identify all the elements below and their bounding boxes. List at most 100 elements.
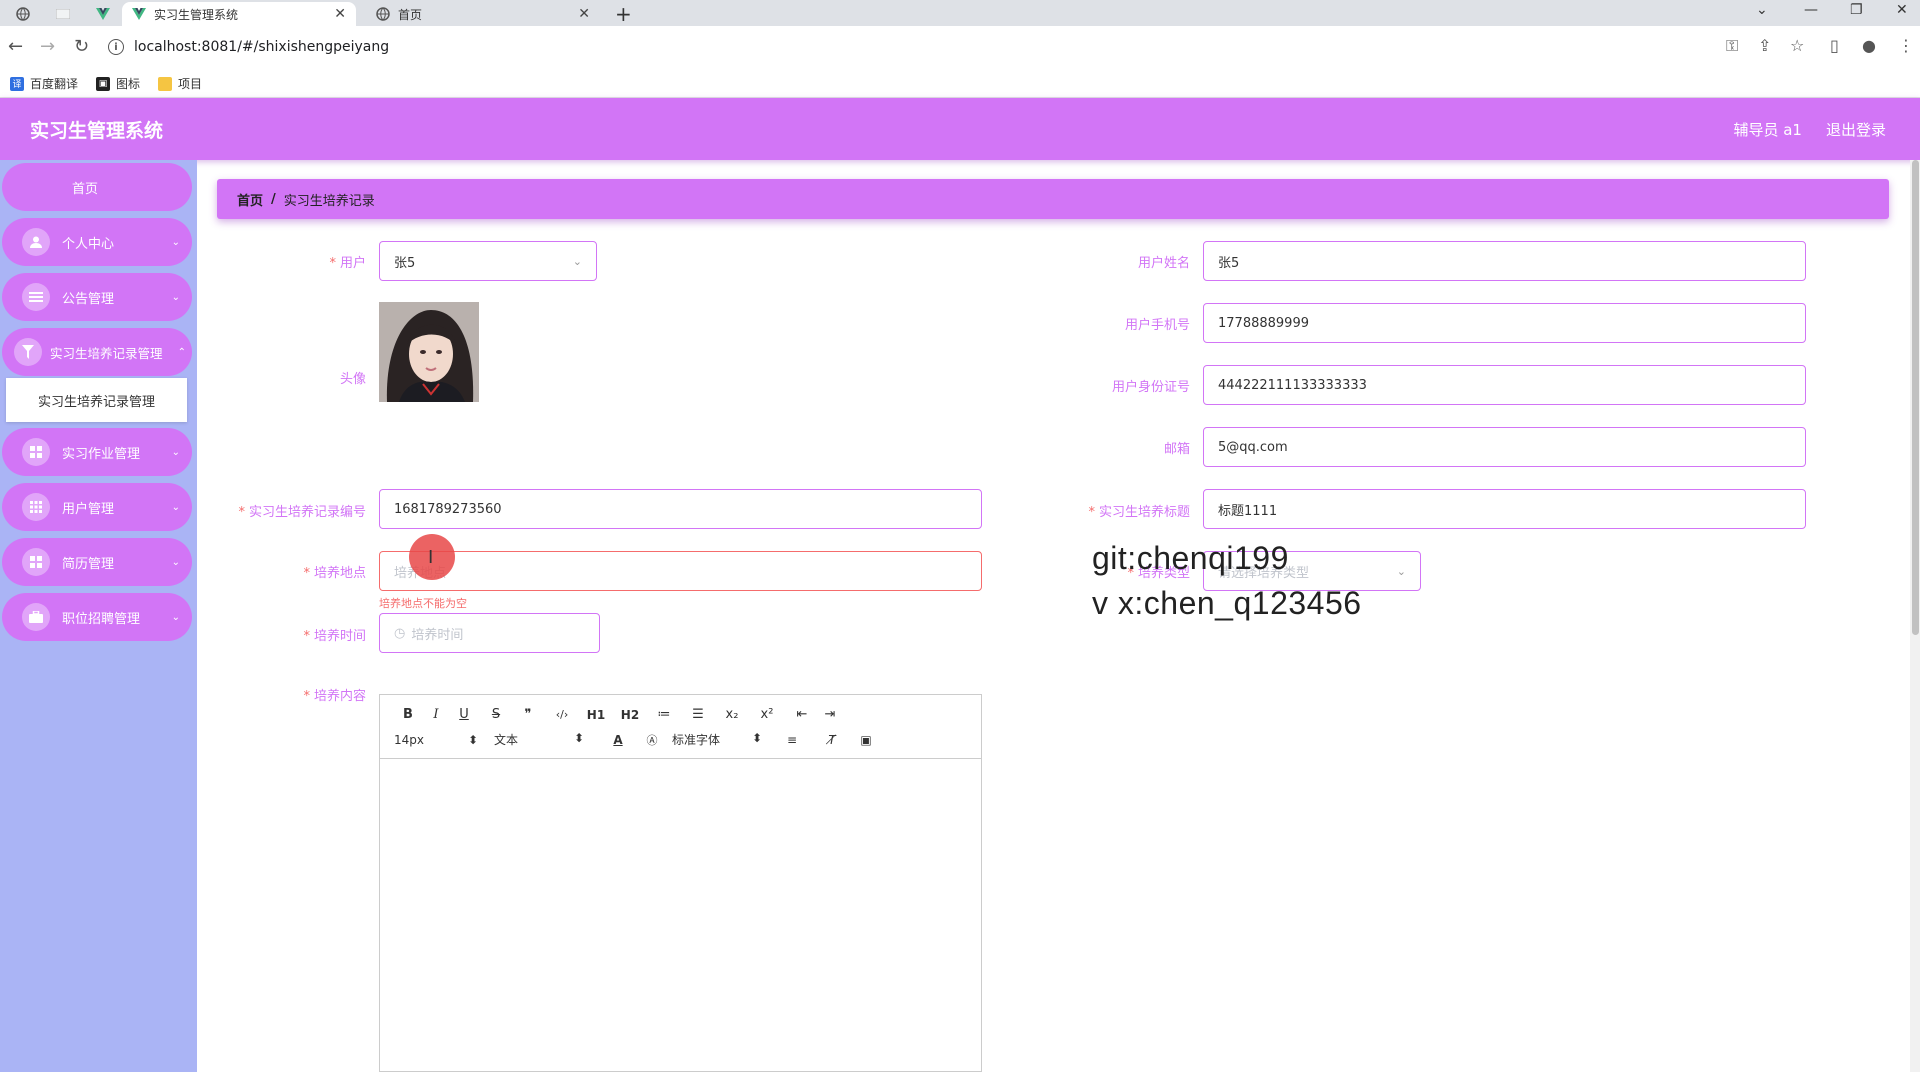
avatar xyxy=(379,302,479,402)
sidebar-item-label: 公告管理 xyxy=(62,291,115,307)
record-no-field[interactable]: 1681789273560 xyxy=(379,489,982,529)
tab-app[interactable]: 实习生管理系统 ✕ xyxy=(122,2,356,26)
name-field[interactable]: 张5 xyxy=(1203,241,1806,281)
close-icon[interactable]: ✕ xyxy=(334,6,346,22)
chevron-down-icon[interactable]: ⌄ xyxy=(1756,2,1768,18)
user-select[interactable]: 张5 ⌄ xyxy=(379,241,597,281)
sidepanel-icon[interactable]: ▯ xyxy=(1830,36,1839,55)
subscript-button[interactable]: x₂ xyxy=(718,707,746,722)
submenu-item-training-records[interactable]: 实习生培养记录管理 xyxy=(6,378,187,422)
blank-tab-icon[interactable] xyxy=(46,3,80,25)
italic-button[interactable]: I xyxy=(422,707,450,722)
sidebar-item-announcements[interactable]: 公告管理 ⌄ xyxy=(2,273,192,321)
bold-button[interactable]: B xyxy=(394,707,422,722)
quote-button[interactable]: ❞ xyxy=(514,707,542,722)
back-icon[interactable]: ← xyxy=(8,36,23,57)
clear-format-icon[interactable]: T̸ xyxy=(812,733,852,747)
breadcrumb-separator: / xyxy=(271,191,276,207)
chevron-down-icon: ⌄ xyxy=(572,254,582,268)
restore-icon[interactable]: ❐ xyxy=(1850,2,1863,18)
vue-logo-icon xyxy=(132,8,146,20)
breadcrumb-current: 实习生培养记录 xyxy=(283,193,375,209)
bookmark-translate[interactable]: 译 百度翻译 xyxy=(10,75,78,92)
email-label: 邮箱 xyxy=(1163,442,1190,457)
clock-icon: ◷ xyxy=(394,625,406,641)
minimize-icon[interactable]: — xyxy=(1804,2,1818,18)
profile-icon[interactable]: ● xyxy=(1862,36,1876,55)
location-input[interactable]: 培养地点 xyxy=(379,551,982,591)
email-field[interactable]: 5@qq.com xyxy=(1203,427,1806,467)
close-window-icon[interactable]: ✕ xyxy=(1896,2,1908,18)
globe-icon xyxy=(376,7,390,21)
sidebar-item-home[interactable]: 首页 xyxy=(2,163,192,211)
logout-link[interactable]: 退出登录 xyxy=(1826,119,1886,140)
ordered-list-button[interactable]: ≔ xyxy=(650,707,678,722)
user-label: * 用户 xyxy=(329,256,366,271)
bullet-list-button[interactable]: ☰ xyxy=(678,707,718,722)
align-icon[interactable]: ≡ xyxy=(772,733,812,747)
close-icon[interactable]: ✕ xyxy=(578,6,590,22)
key-icon[interactable]: ⚿ xyxy=(1726,36,1738,56)
sidebar-item-label: 实习生培养记录管理 xyxy=(50,345,163,361)
outdent-button[interactable]: ⇤ xyxy=(788,707,816,722)
avatar-label: 头像 xyxy=(339,372,366,387)
sidebar-item-label: 实习作业管理 xyxy=(62,446,141,462)
font-family-select[interactable]: 标准字体 ⬍ xyxy=(672,731,772,748)
phone-field[interactable]: 17788889999 xyxy=(1203,303,1806,343)
indent-button[interactable]: ⇥ xyxy=(816,707,844,722)
vue-logo-icon[interactable] xyxy=(86,3,120,25)
sidebar-item-jobs[interactable]: 职位招聘管理 ⌄ xyxy=(2,593,192,641)
superscript-button[interactable]: x² xyxy=(746,707,788,722)
sidebar-item-training-records[interactable]: 实习生培养记录管理 ⌃ xyxy=(2,328,192,376)
font-color-icon[interactable]: A xyxy=(604,733,632,747)
image-icon[interactable]: ▣ xyxy=(852,733,880,747)
sidebar-item-label: 职位招聘管理 xyxy=(62,611,141,627)
reload-icon[interactable]: ↻ xyxy=(74,36,89,57)
idcard-field[interactable]: 444222111133333333 xyxy=(1203,365,1806,405)
share-icon[interactable]: ⇪ xyxy=(1758,36,1771,55)
updown-icon: ⬍ xyxy=(467,732,478,747)
font-size-select[interactable]: 14px ⬍ xyxy=(394,733,494,747)
time-picker[interactable]: ◷ 培养时间 xyxy=(379,613,600,653)
info-icon[interactable]: i xyxy=(108,39,124,55)
star-icon[interactable]: ☆ xyxy=(1790,36,1804,55)
chevron-down-icon: ⌄ xyxy=(171,501,180,513)
funnel-icon xyxy=(14,338,42,366)
new-tab-icon[interactable]: + xyxy=(615,2,632,26)
sidebar-item-personal-center[interactable]: 个人中心 ⌄ xyxy=(2,218,192,266)
chevron-down-icon: ⌄ xyxy=(171,611,180,623)
bookmark-icons[interactable]: ▣ 图标 xyxy=(96,75,140,92)
code-button[interactable]: ‹/› xyxy=(542,708,582,721)
current-user: 辅导员 a1 xyxy=(1733,120,1802,139)
sidebar-item-homework[interactable]: 实习作业管理 ⌄ xyxy=(2,428,192,476)
background-color-icon[interactable]: Ⓐ xyxy=(632,732,672,748)
bookmarks-bar: 译 百度翻译 ▣ 图标 项目 xyxy=(0,70,1920,98)
url-field[interactable]: i localhost:8081/#/shixishengpeiyang xyxy=(108,32,1878,62)
tab-title: 首页 xyxy=(398,7,423,22)
strike-button[interactable]: S xyxy=(478,707,514,722)
training-title-field[interactable]: 标题1111 xyxy=(1203,489,1806,529)
scrollbar-thumb[interactable] xyxy=(1912,160,1919,635)
tab-home[interactable]: 首页 ✕ xyxy=(366,2,600,26)
grid-icon xyxy=(22,548,50,576)
bookmark-project[interactable]: 项目 xyxy=(158,75,202,92)
bookmark-label: 项目 xyxy=(178,77,203,91)
underline-button[interactable]: U xyxy=(450,707,478,722)
bookmark-label: 百度翻译 xyxy=(30,77,79,91)
watermark-line-1: git:chenqi199 xyxy=(1092,540,1289,576)
paragraph-select[interactable]: 文本 ⬍ xyxy=(494,731,604,748)
chevron-down-icon: ⌄ xyxy=(171,236,180,248)
h1-button[interactable]: H1 xyxy=(582,708,610,722)
forward-icon[interactable]: → xyxy=(40,36,55,57)
breadcrumb-home[interactable]: 首页 xyxy=(237,190,263,209)
watermark-line-2: v x:chen_q123456 xyxy=(1092,585,1362,621)
menu-dots-icon[interactable]: ⋮ xyxy=(1898,36,1914,55)
rich-text-editor[interactable]: B I U S ❞ ‹/› H1 H2 ≔ ☰ x₂ x² ⇤ ⇥ 14px ⬍ … xyxy=(379,694,982,1072)
updown-icon: ⬍ xyxy=(573,731,584,745)
sidebar-item-resumes[interactable]: 简历管理 ⌄ xyxy=(2,538,192,586)
sidebar-item-users[interactable]: 用户管理 ⌄ xyxy=(2,483,192,531)
page-scrollbar[interactable] xyxy=(1910,160,1920,1072)
h2-button[interactable]: H2 xyxy=(610,708,650,722)
globe-icon[interactable] xyxy=(6,3,40,25)
image-icon: ▣ xyxy=(96,76,111,91)
